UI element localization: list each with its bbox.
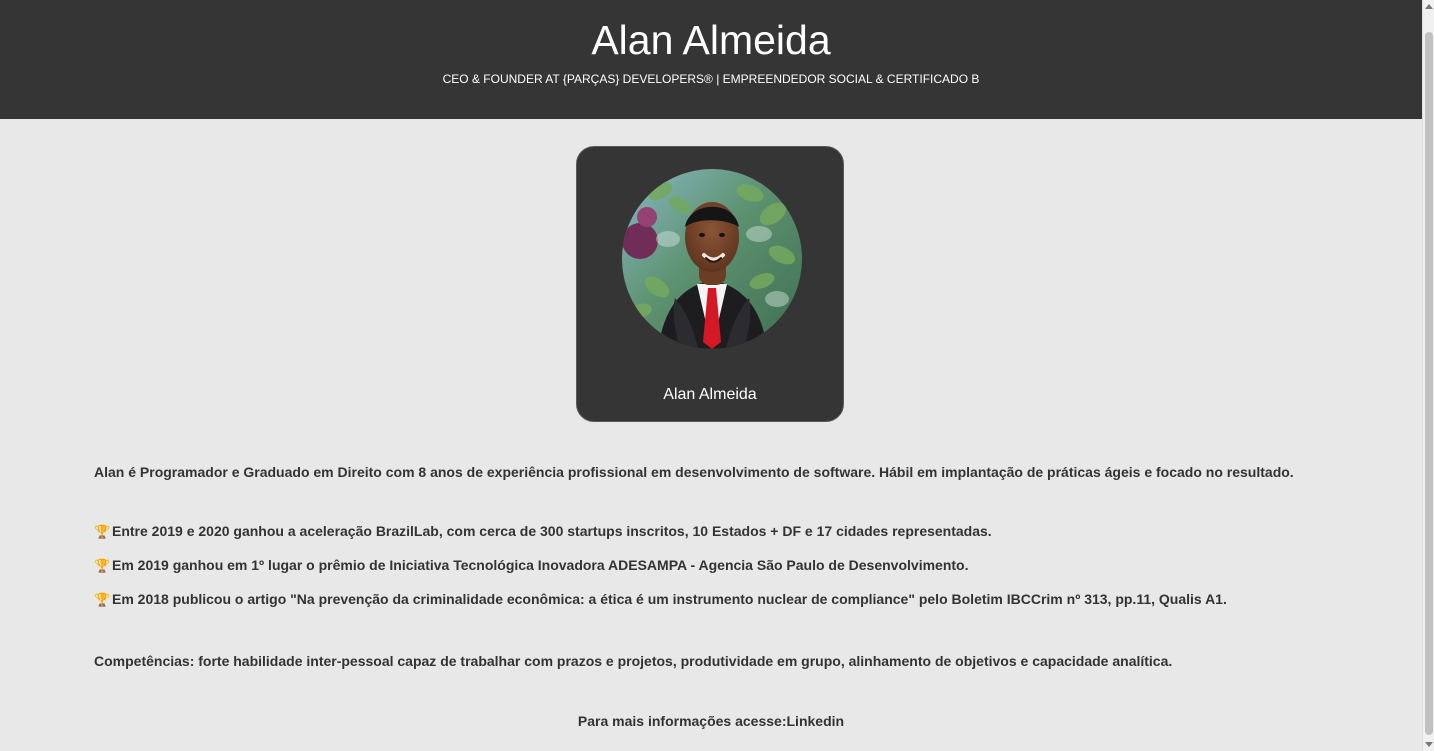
page: Alan Almeida CEO & FOUNDER AT {PARÇAS} D… [0, 0, 1422, 751]
achievement-item: 🏆 Em 2018 publicou o artigo "Na prevenção… [94, 589, 1227, 623]
achievement-text: Em 2018 publicou o artigo "Na prevenção … [112, 591, 1227, 607]
linkedin-link[interactable]: Linkedin [787, 713, 845, 729]
vertical-scrollbar[interactable] [1422, 0, 1434, 751]
achievement-item: 🏆 Em 2019 ganhou em 1º lugar o prêmio de … [94, 555, 1227, 589]
profile-photo-icon [622, 169, 802, 349]
page-subtitle: CEO & FOUNDER AT {PARÇAS} DEVELOPERS® | … [442, 72, 980, 86]
avatar [622, 169, 802, 349]
scroll-up-icon[interactable] [1425, 4, 1433, 9]
scrollbar-thumb[interactable] [1425, 32, 1433, 735]
achievement-text: Em 2019 ganhou em 1º lugar o prêmio de I… [112, 557, 969, 573]
trophy-icon: 🏆 [94, 558, 111, 573]
scroll-down-icon[interactable] [1425, 742, 1433, 747]
achievement-item: 🏆 Entre 2019 e 2020 ganhou a aceleração B… [94, 521, 1227, 555]
profile-card: Alan Almeida [576, 146, 844, 422]
about-section: Alan é Programador e Graduado em Direito… [94, 462, 1354, 669]
footer-prefix: Para mais informações acesse: [577, 713, 787, 729]
about-intro: Alan é Programador e Graduado em Direito… [94, 464, 1294, 480]
trophy-icon: 🏆 [94, 592, 111, 607]
footer-contact: Para mais informações acesse:Linkedin [0, 711, 1422, 731]
site-header: Alan Almeida CEO & FOUNDER AT {PARÇAS} D… [0, 0, 1422, 119]
achievements-list: 🏆 Entre 2019 e 2020 ganhou a aceleração B… [94, 521, 1227, 623]
competencies-text: Competências: forte habilidade inter-pes… [94, 653, 1173, 669]
profile-name: Alan Almeida [663, 386, 757, 403]
page-title: Alan Almeida [591, 17, 831, 63]
trophy-icon: 🏆 [94, 524, 111, 539]
achievement-text: Entre 2019 e 2020 ganhou a aceleração Br… [112, 523, 992, 539]
